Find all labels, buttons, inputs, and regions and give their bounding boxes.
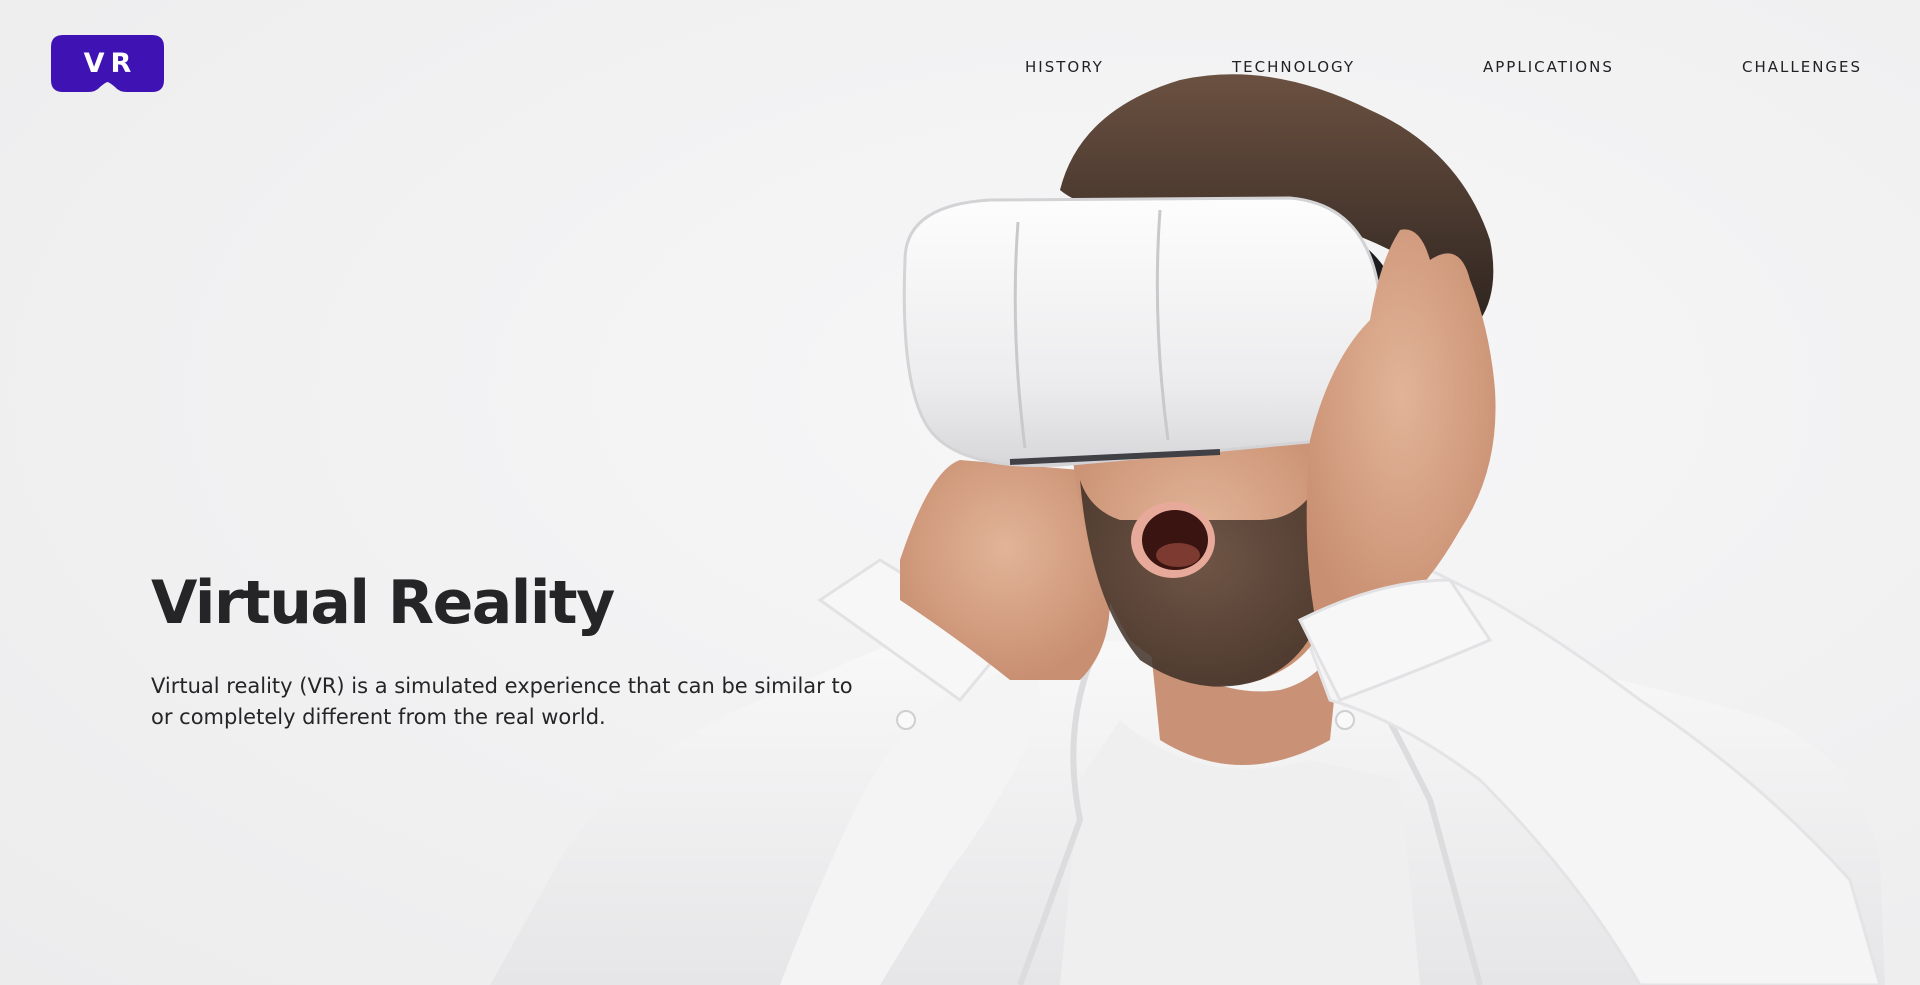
- hero-image: [490, 74, 1885, 985]
- page-title: Virtual Reality: [151, 568, 615, 638]
- nav-link-applications[interactable]: APPLICATIONS: [1483, 58, 1614, 76]
- nav-link-challenges[interactable]: CHALLENGES: [1742, 58, 1862, 76]
- hero-section: Virtual Reality Virtual reality (VR) is …: [151, 565, 871, 733]
- headset-shape: [902, 196, 1382, 468]
- hero-description: Virtual reality (VR) is a simulated expe…: [151, 674, 853, 729]
- page: VR HISTORY TECHNOLOGY APPLICATIONS CHALL…: [0, 0, 1920, 985]
- nav-link-technology[interactable]: TECHNOLOGY: [1232, 58, 1355, 76]
- nav-link-history[interactable]: HISTORY: [1025, 58, 1104, 76]
